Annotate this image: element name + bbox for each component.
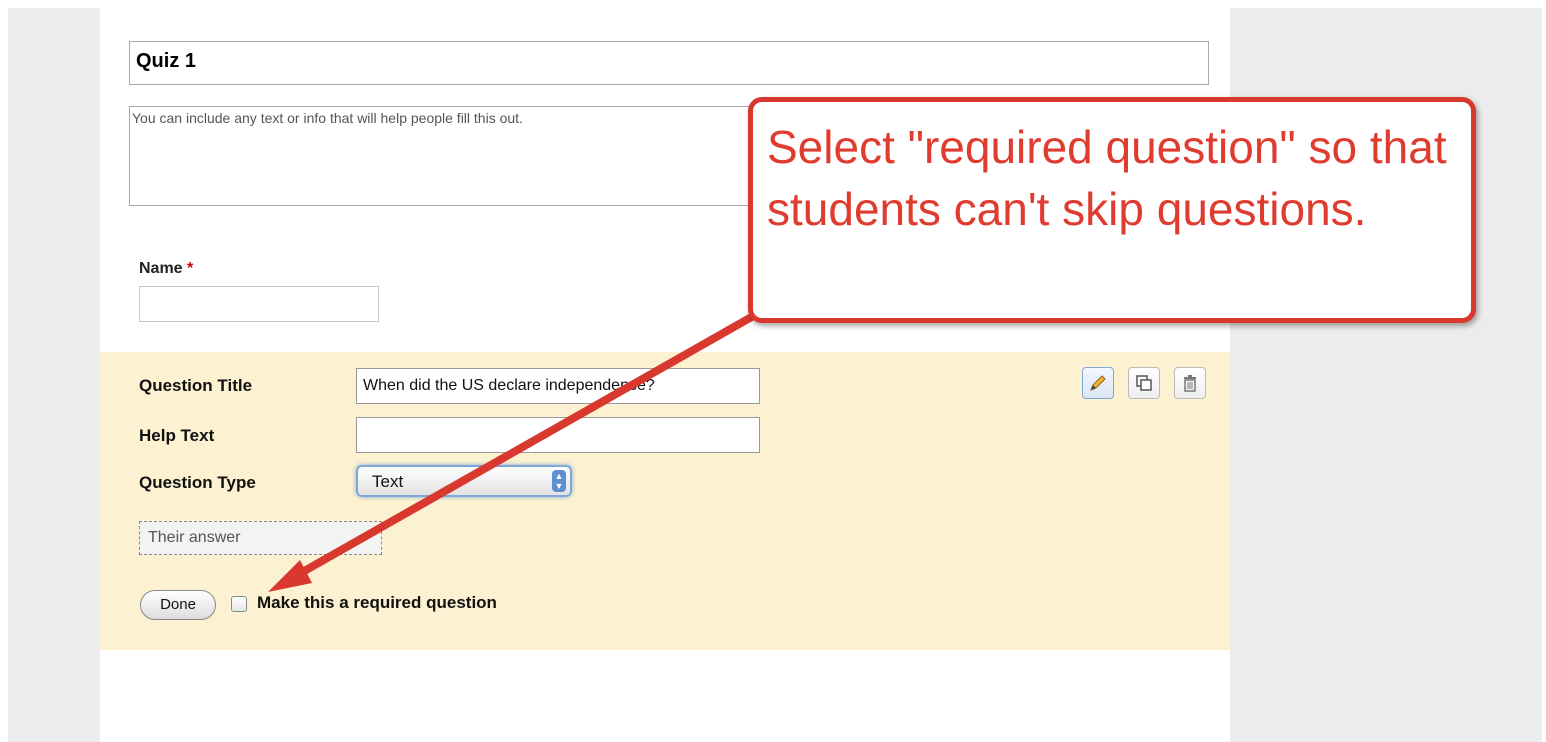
arrowhead-icon — [268, 560, 312, 592]
annotation-callout: Select "required question" so that stude… — [748, 97, 1476, 323]
callout-text: Select "required question" so that stude… — [767, 121, 1447, 235]
